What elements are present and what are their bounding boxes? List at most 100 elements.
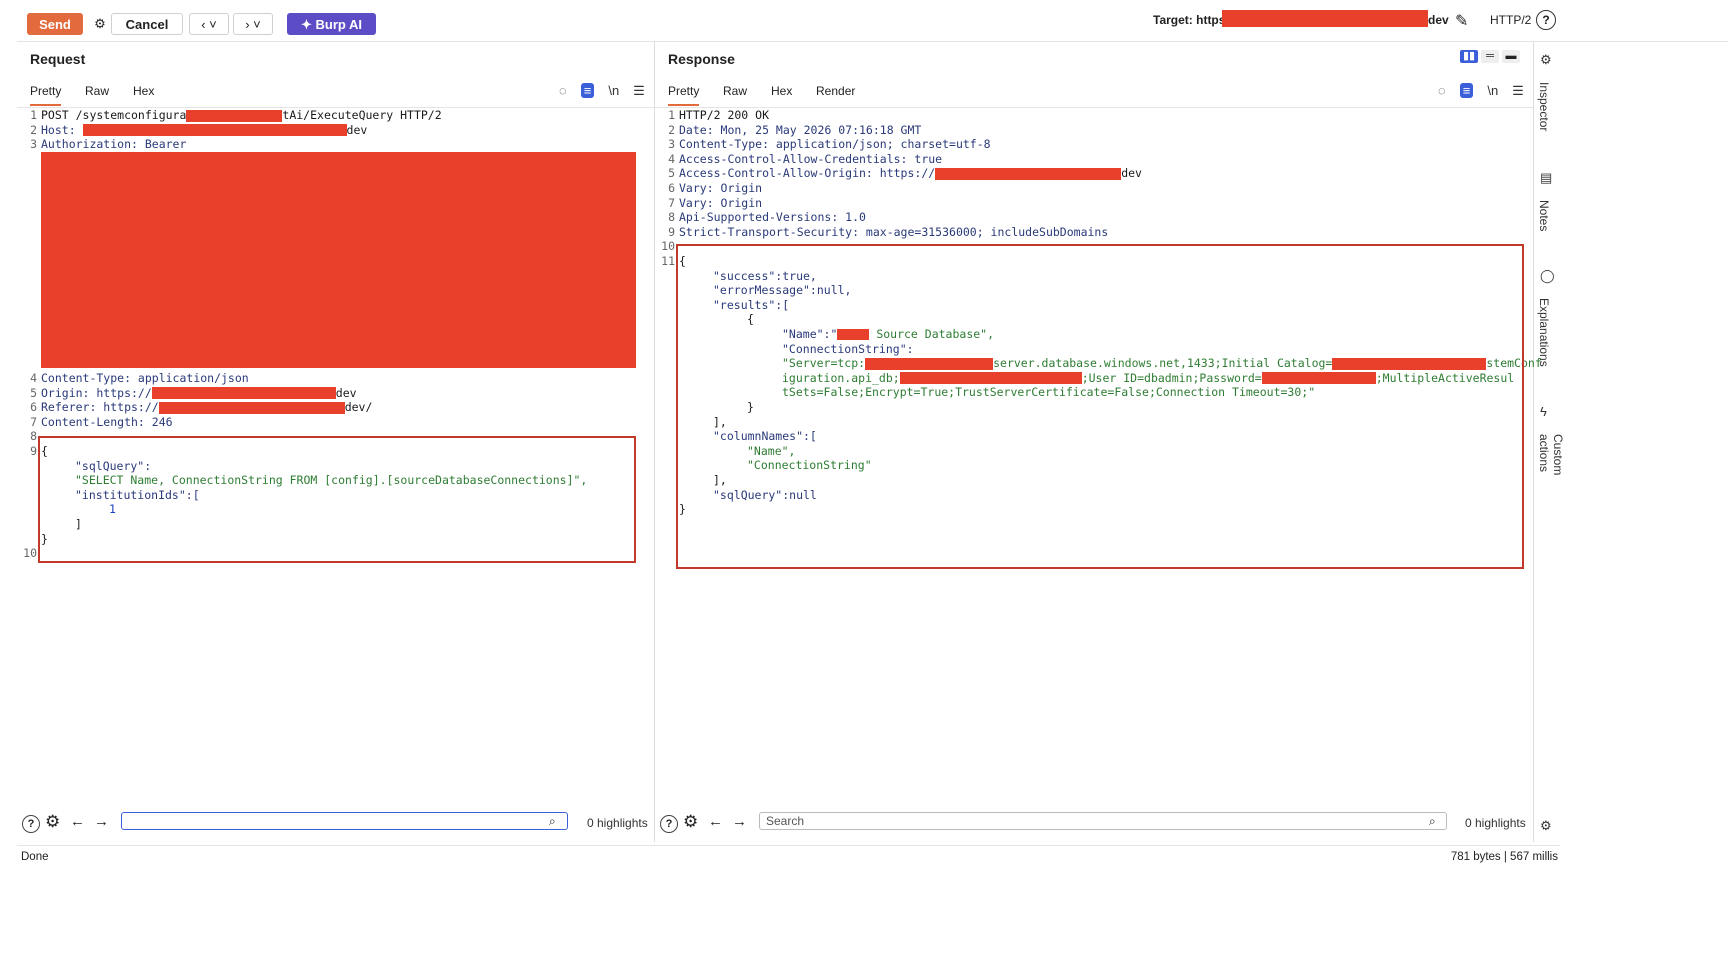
single-pane-icon[interactable]: ▬	[1502, 50, 1520, 63]
line-number: 3	[30, 137, 37, 152]
sidebar-label: Notes	[1537, 200, 1551, 232]
line-number: 1	[30, 108, 37, 122]
line-number: 8	[30, 429, 37, 444]
search-icon: ⌕	[1429, 814, 1436, 828]
settings-gear-icon[interactable]: ⚙	[683, 812, 698, 832]
sidebar-settings-gear-icon[interactable]: ⚙	[1540, 818, 1552, 834]
line-number: 6	[30, 400, 37, 415]
line-number: 10	[661, 239, 675, 254]
newline-icon[interactable]: \n	[608, 83, 619, 98]
line-number: 2	[668, 122, 675, 137]
response-tabs: Pretty Raw Hex Render ◌ ≡ \n ☰	[655, 80, 1533, 108]
line-number: 2	[30, 122, 37, 137]
request-search-bar: ? ⚙ ← → ⌕ 0 highlights	[17, 808, 654, 838]
help-icon[interactable]: ?	[22, 815, 40, 833]
edit-pencil-icon[interactable]: ✎	[1455, 11, 1468, 31]
line-number: 9	[668, 224, 675, 239]
hide-eye-icon[interactable]: ◌	[559, 83, 567, 98]
protocol-label[interactable]: HTTP/2	[1490, 13, 1531, 27]
highlights-count: 0 highlights	[1465, 816, 1526, 830]
sparkle-icon: ✦	[301, 17, 316, 32]
search-icon: ⌕	[549, 814, 556, 828]
response-search-input[interactable]: Search	[759, 812, 1447, 830]
sidebar-label: Custom actions	[1537, 434, 1565, 476]
toolbar: Send ⚙ Cancel ‹ ˅ › ˅ ✦ Burp AI	[17, 3, 1728, 42]
split-columns-icon[interactable]: ▮▮	[1460, 50, 1478, 63]
status-bar: Done 781 bytes | 567 millis	[17, 845, 1560, 868]
status-text: Done	[21, 851, 49, 863]
highlights-count: 0 highlights	[587, 816, 648, 830]
response-size-timing: 781 bytes | 567 millis	[1450, 851, 1558, 863]
tab-raw[interactable]: Raw	[723, 84, 747, 98]
line-number: 7	[668, 195, 675, 210]
highlight-box	[676, 244, 1524, 569]
response-line: Api-Supported-Versions: 1.0	[679, 210, 866, 225]
send-button[interactable]: Send	[27, 13, 83, 35]
tab-pretty[interactable]: Pretty	[30, 84, 62, 106]
settings-gear-icon[interactable]: ⚙	[45, 812, 60, 832]
response-line: Strict-Transport-Security: max-age=31536…	[679, 224, 1109, 239]
target-suffix: dev	[1428, 13, 1449, 27]
response-line: Vary: Origin	[679, 195, 763, 210]
wrap-lines-icon[interactable]: ≡	[580, 83, 595, 98]
line-number: 3	[668, 137, 675, 152]
response-search-bar: ? ⚙ ← → Search ⌕ 0 highlights	[655, 808, 1533, 838]
help-icon[interactable]: ?	[660, 815, 678, 833]
response-line: Vary: Origin	[679, 181, 763, 195]
line-number: 9	[30, 444, 37, 458]
arrow-right-icon[interactable]: →	[94, 813, 109, 830]
split-rows-icon[interactable]: ═	[1481, 50, 1499, 63]
tab-hex[interactable]: Hex	[771, 84, 792, 98]
arrow-right-icon[interactable]: →	[732, 813, 747, 830]
tab-pretty[interactable]: Pretty	[668, 84, 700, 106]
request-line-6: Referer: https://dev/	[41, 400, 373, 415]
settings-gear-icon[interactable]: ⚙	[87, 13, 113, 35]
help-icon[interactable]: ?	[1536, 10, 1556, 30]
line-number: 11	[661, 254, 675, 268]
request-tabs: Pretty Raw Hex ◌ ≡ \n ☰	[17, 80, 654, 108]
lightbulb-icon: ◯	[1540, 268, 1555, 283]
highlight-box	[38, 436, 636, 563]
redaction-block	[1222, 10, 1428, 27]
token-redaction-block	[41, 152, 636, 368]
request-line-5: Origin: https://dev	[41, 385, 357, 400]
tab-hex[interactable]: Hex	[133, 84, 154, 98]
history-back-button[interactable]: ‹ ˅	[189, 13, 229, 35]
response-line: Access-Control-Allow-Credentials: true	[679, 151, 943, 166]
right-sidebar: ⚙ Inspector ▤ Notes ◯ Explanations ϟ Cus…	[1534, 42, 1565, 842]
inspector-icon: ⚙	[1540, 52, 1552, 67]
response-line: Date: Mon, 25 May 2026 07:16:18 GMT	[679, 122, 922, 137]
cancel-button[interactable]: Cancel	[111, 13, 183, 35]
burp-ai-label: Burp AI	[315, 17, 362, 32]
response-line: HTTP/2 200 OK	[679, 108, 770, 122]
menu-icon[interactable]: ☰	[633, 83, 645, 99]
line-number: 6	[668, 181, 675, 195]
line-number: 5	[668, 166, 675, 181]
request-line-1: POST /systemconfigura tAi/ExecuteQuery HT…	[41, 108, 442, 122]
layout-toggle[interactable]: ▮▮ ═ ▬	[1457, 50, 1520, 63]
burp-ai-button[interactable]: ✦ Burp AI	[287, 13, 376, 35]
newline-icon[interactable]: \n	[1487, 83, 1498, 98]
response-title: Response	[668, 51, 735, 67]
request-line-4: Content-Type: application/json	[41, 371, 249, 385]
request-line-2: Host: dev	[41, 122, 368, 137]
request-search-input[interactable]	[121, 812, 568, 830]
tab-raw[interactable]: Raw	[85, 84, 109, 98]
notes-icon: ▤	[1540, 170, 1553, 185]
history-forward-button[interactable]: › ˅	[233, 13, 273, 35]
response-line: Content-Type: application/json; charset=…	[679, 137, 991, 152]
line-number: 10	[23, 546, 37, 561]
tab-render[interactable]: Render	[816, 84, 855, 98]
line-number: 5	[30, 385, 37, 400]
arrow-left-icon[interactable]: ←	[70, 813, 85, 830]
arrow-left-icon[interactable]: ←	[708, 813, 723, 830]
menu-icon[interactable]: ☰	[1512, 83, 1524, 99]
hide-eye-icon[interactable]: ◌	[1438, 83, 1446, 98]
request-line-3: Authorization: Bearer	[41, 137, 187, 152]
line-number: 4	[668, 151, 675, 166]
line-number: 7	[30, 414, 37, 429]
sidebar-label: Inspector	[1537, 82, 1551, 132]
line-number: 8	[668, 210, 675, 225]
wrap-lines-icon[interactable]: ≡	[1459, 83, 1474, 98]
sidebar-label: Explanations	[1537, 298, 1551, 367]
